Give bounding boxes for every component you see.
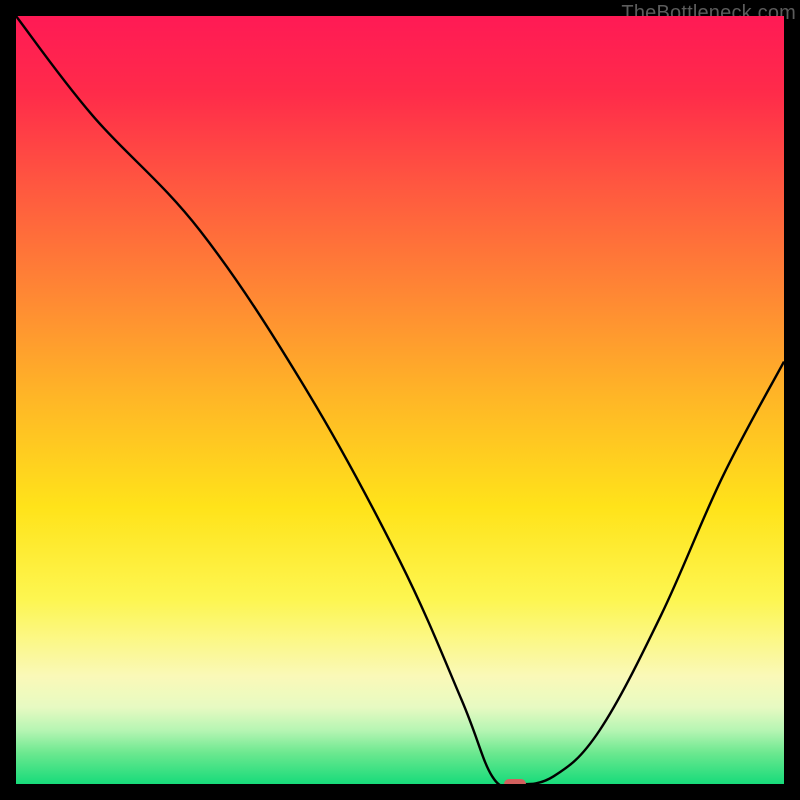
plot-area [16, 16, 784, 784]
chart-canvas: TheBottleneck.com [0, 0, 800, 800]
optimum-marker [504, 779, 526, 784]
bottleneck-curve [16, 16, 784, 784]
curve-path [16, 16, 784, 784]
